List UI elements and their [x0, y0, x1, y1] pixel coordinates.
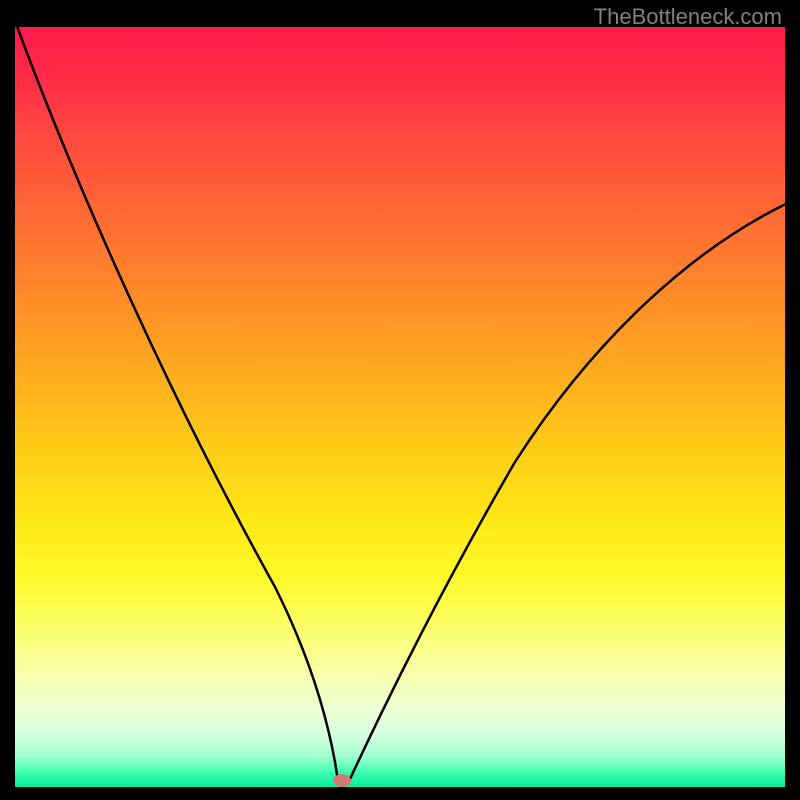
plot-area [15, 27, 785, 787]
bottleneck-curve [15, 27, 785, 787]
optimum-marker [333, 774, 351, 787]
attribution-text: TheBottleneck.com [594, 4, 782, 30]
curve-path [15, 27, 785, 783]
